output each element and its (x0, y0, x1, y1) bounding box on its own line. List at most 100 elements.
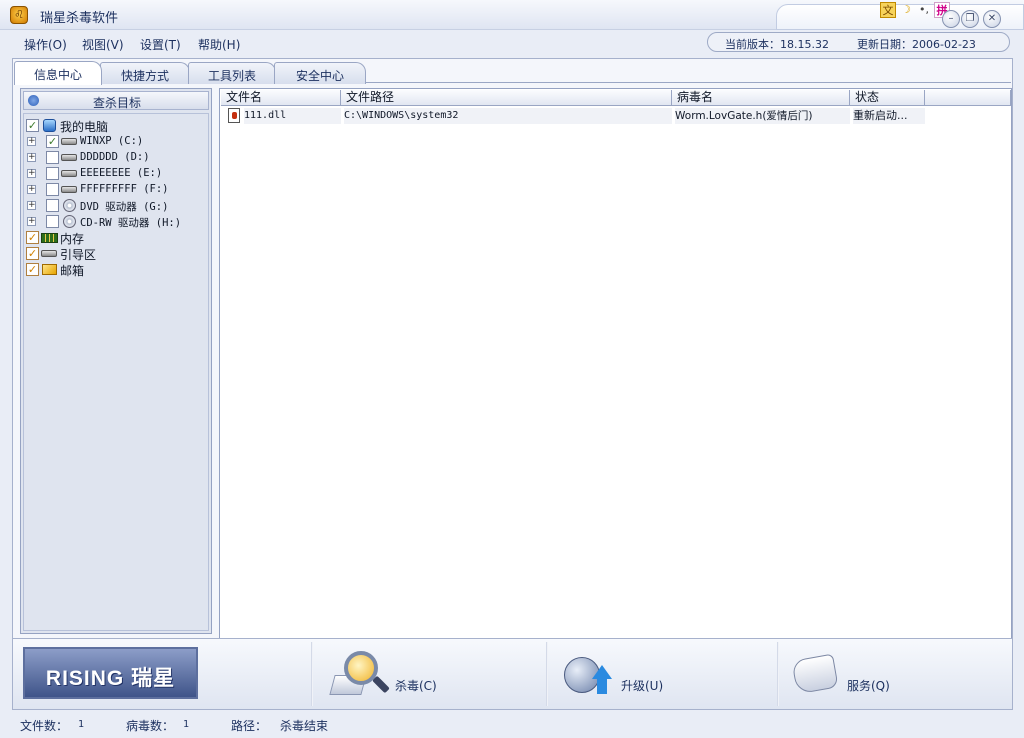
scan-target-tree: ✓ 我的电脑 + ✓ WINXP (C:) + DDDDDD (D:) + EE… (23, 113, 209, 631)
expand-icon[interactable]: + (27, 137, 36, 146)
tree-item-drive-f[interactable]: + FFFFFFFFF (F:) (26, 182, 206, 198)
dvd-drive-icon (60, 199, 78, 212)
tree-label: DVD 驱动器 (G:) (80, 201, 169, 213)
scan-target-header[interactable]: 查杀目标 (23, 91, 209, 110)
tree-item-drive-d[interactable]: + DDDDDD (D:) (26, 150, 206, 166)
expand-icon[interactable]: + (27, 185, 36, 194)
hard-drive-icon (60, 151, 78, 164)
tree-item-drive-c[interactable]: + ✓ WINXP (C:) (26, 134, 206, 150)
tree-label: 引导区 (60, 248, 97, 262)
tab-label: 工具列表 (207, 69, 256, 83)
virus-list-panel: 文件名 文件路径 病毒名 状态 111.dll C:\WINDOWS\syste… (219, 88, 1012, 639)
tab-security-center[interactable]: 安全中心 (274, 62, 366, 84)
column-header-path[interactable]: 文件路径 (341, 90, 672, 106)
menu-help[interactable]: 帮助(H) (198, 36, 240, 53)
checkbox[interactable] (46, 215, 59, 228)
cell-virus[interactable]: Worm.LovGate.h(爱情后门) (675, 108, 850, 124)
column-header-status[interactable]: 状态 (850, 90, 925, 106)
checkbox[interactable]: ✓ (26, 247, 39, 260)
files-count-value: 1 (78, 719, 85, 730)
globe-upgrade-icon (558, 647, 614, 699)
hard-drive-icon (60, 135, 78, 148)
menu-view[interactable]: 视图(V) (82, 36, 124, 53)
hard-drive-icon (60, 167, 78, 180)
checkbox[interactable] (46, 167, 59, 180)
scan-target-panel: 查杀目标 ✓ 我的电脑 + ✓ WINXP (C:) + DDDDDD (D:)… (20, 88, 212, 634)
tree-item-drive-g[interactable]: + DVD 驱动器 (G:) (26, 198, 206, 214)
separator (777, 642, 779, 706)
column-header-file[interactable]: 文件名 (221, 90, 341, 106)
current-version: 当前版本：18.15.32 (725, 38, 829, 51)
upgrade-label: 升级(U) (621, 679, 664, 693)
handshake-icon (784, 647, 840, 699)
expand-icon[interactable]: + (27, 217, 36, 226)
checkbox[interactable]: ✓ (26, 119, 39, 132)
mailbox-icon (40, 263, 58, 276)
tree-item-memory[interactable]: ✓ 内存 (26, 230, 206, 246)
tree-item-mailbox[interactable]: ✓ 邮箱 (26, 262, 206, 278)
checkbox[interactable]: ✓ (26, 231, 39, 244)
logo-text: RISING 瑞星 (45, 667, 176, 690)
virus-count-label: 病毒数： (126, 719, 175, 733)
service-label: 服务(Q) (847, 679, 890, 693)
tree-label: CD-RW 驱动器 (H:) (80, 217, 182, 229)
magnifier-icon (329, 647, 390, 699)
path-label: 路径： (231, 719, 268, 733)
tree-item-drive-h[interactable]: + CD-RW 驱动器 (H:) (26, 214, 206, 230)
tree-item-boot-sector[interactable]: ✓ 引导区 (26, 246, 206, 262)
separator (311, 642, 313, 706)
tree-label: EEEEEEEE (E:) (80, 167, 163, 179)
rising-logo: RISING 瑞星 (23, 647, 198, 699)
cell-status[interactable]: 重新启动... (853, 108, 925, 124)
scan-target-title: 查杀目标 (92, 96, 141, 110)
upgrade-button[interactable]: 升级(U) (558, 647, 698, 703)
checkbox[interactable] (46, 151, 59, 164)
window-title: 瑞星杀毒软件 (40, 11, 119, 26)
tree-label: 我的电脑 (60, 120, 109, 134)
menu-settings[interactable]: 设置(T) (140, 36, 181, 53)
tab-label: 信息中心 (33, 68, 82, 82)
path-value: 杀毒结束 (280, 719, 329, 733)
separator (546, 642, 548, 706)
restore-button[interactable]: ❐ (961, 10, 979, 28)
expand-icon[interactable]: + (27, 153, 36, 162)
checkbox[interactable]: ✓ (46, 135, 59, 148)
checkbox[interactable] (46, 183, 59, 196)
minimize-button[interactable]: – (942, 10, 960, 28)
hard-drive-icon (60, 183, 78, 196)
status-bar: 文件数： 1 病毒数： 1 路径： 杀毒结束 (0, 712, 1024, 738)
tree-label: WINXP (C:) (80, 135, 144, 147)
service-button[interactable]: 服务(Q) (784, 647, 924, 703)
memory-icon (40, 231, 58, 244)
cell-path[interactable]: C:\WINDOWS\system32 (344, 108, 672, 124)
ime-halfwidth-icon[interactable]: ☽ (898, 2, 914, 18)
ime-toolbar: 文 ☽ •, 拼 (880, 2, 950, 18)
checkbox[interactable]: ✓ (26, 263, 39, 276)
menu-operate[interactable]: 操作(O) (24, 36, 67, 53)
checkbox[interactable] (46, 199, 59, 212)
tree-label: FFFFFFFFF (F:) (80, 183, 169, 195)
expand-icon[interactable]: + (27, 169, 36, 178)
version-info: 当前版本：18.15.32 更新日期：2006-02-23 (707, 32, 1010, 52)
lion-head-icon: ♌ (10, 6, 28, 24)
tab-tools[interactable]: 工具列表 (188, 62, 276, 84)
tree-label: DDDDDD (D:) (80, 151, 150, 163)
close-button[interactable]: ✕ (983, 10, 1001, 28)
tree-item-drive-e[interactable]: + EEEEEEEE (E:) (26, 166, 206, 182)
cell-file[interactable]: 111.dll (244, 108, 341, 124)
ime-punctuation-icon[interactable]: •, (916, 2, 932, 18)
column-header-virus[interactable]: 病毒名 (672, 90, 850, 106)
target-icon (28, 95, 39, 106)
infected-file-icon (228, 108, 240, 123)
column-header-empty[interactable] (925, 90, 1011, 106)
kill-virus-button[interactable]: 杀毒(C) (329, 647, 470, 703)
expand-icon[interactable]: + (27, 201, 36, 210)
tree-item-my-computer[interactable]: ✓ 我的电脑 (26, 118, 206, 134)
virus-count-value: 1 (183, 719, 190, 730)
update-date: 更新日期：2006-02-23 (857, 38, 976, 51)
tree-label: 内存 (60, 232, 85, 246)
ime-language-icon[interactable]: 文 (880, 2, 896, 18)
tab-shortcuts[interactable]: 快捷方式 (100, 62, 190, 84)
files-count-label: 文件数： (20, 719, 69, 733)
tab-info-center[interactable]: 信息中心 (14, 61, 102, 85)
